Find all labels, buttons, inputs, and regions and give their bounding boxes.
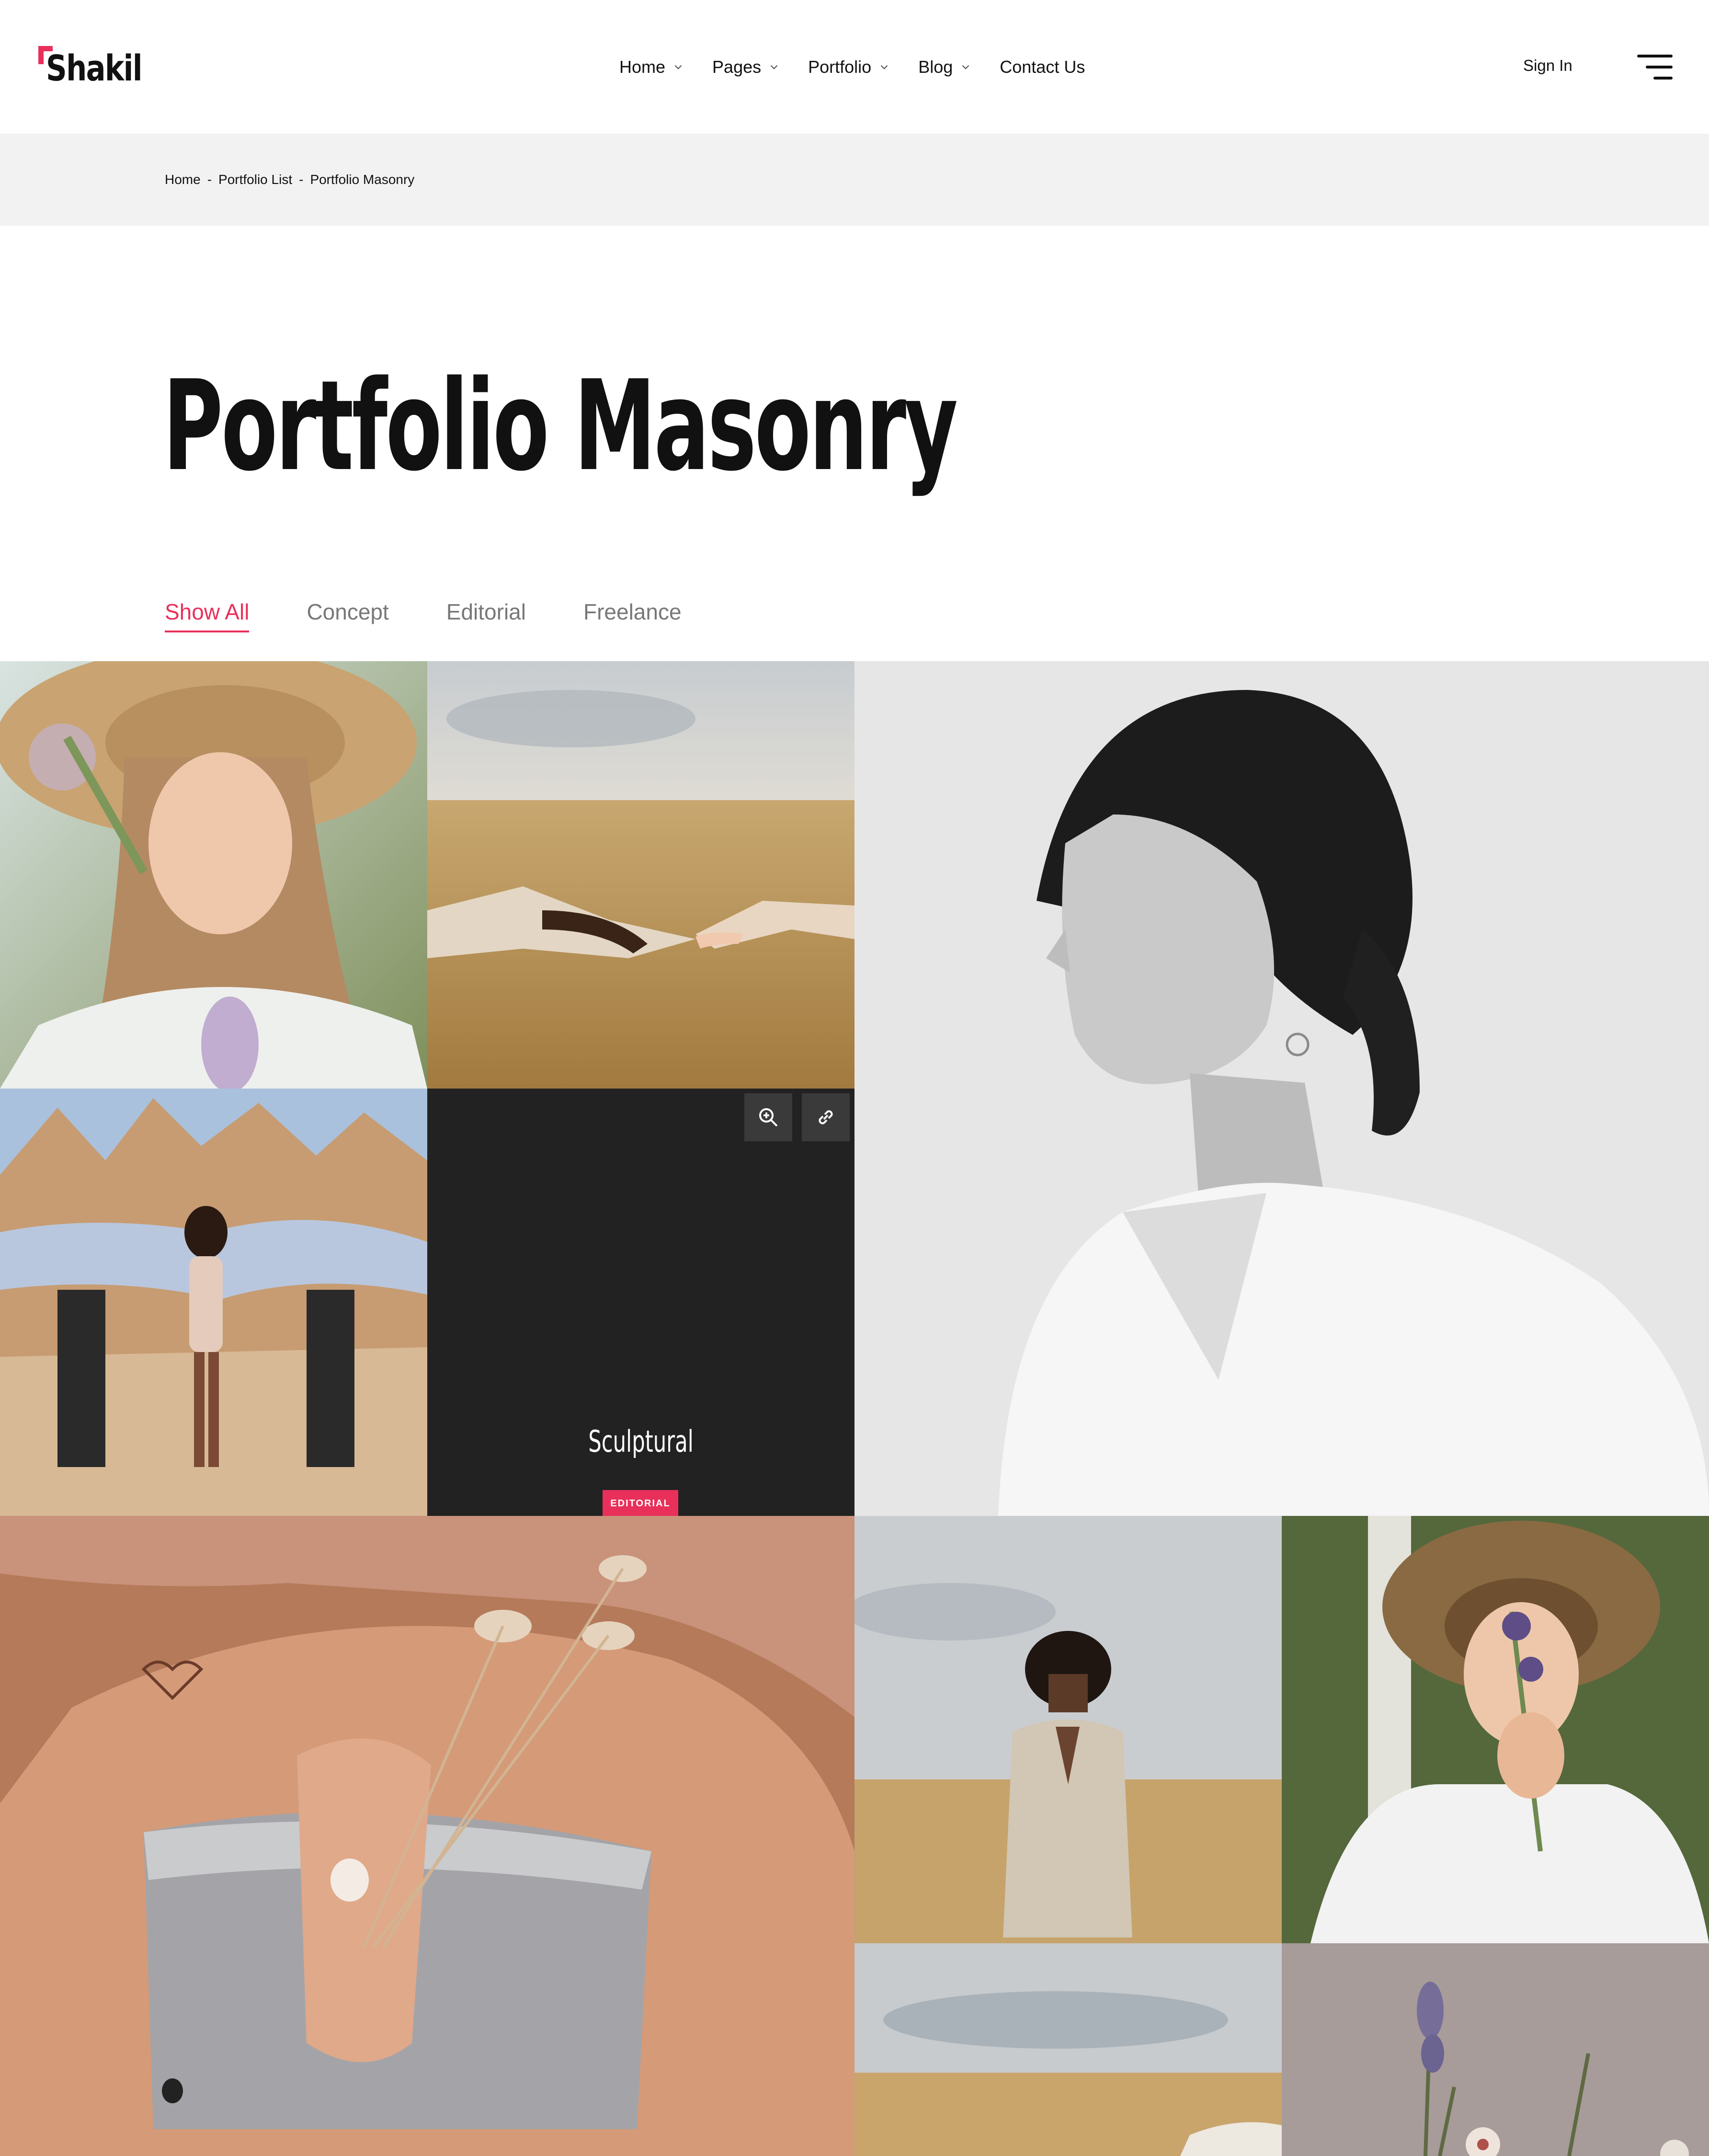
nav-item-contact[interactable]: Contact Us — [1000, 57, 1085, 77]
photo-woman-dried-flowers — [0, 1516, 854, 2156]
photo-field-horizon — [854, 1943, 1282, 2156]
filter-editorial[interactable]: Editorial — [446, 599, 526, 632]
zoom-button[interactable] — [744, 1093, 792, 1141]
chevron-down-icon — [880, 65, 888, 69]
nav-label: Portfolio — [808, 57, 872, 77]
nav-label: Blog — [918, 57, 953, 77]
logo-text: Shakil — [46, 48, 143, 89]
portfolio-item-flowers[interactable] — [1282, 1943, 1709, 2156]
breadcrumb-home[interactable]: Home — [165, 172, 201, 187]
photo-desert-fabric — [0, 1089, 427, 1516]
breadcrumb-current: Portfolio Masonry — [310, 172, 415, 187]
breadcrumb-separator: - — [207, 172, 212, 187]
photo-bw-woman-profile — [854, 661, 1709, 1516]
photo-hands-wheat-field — [427, 661, 854, 1089]
breadcrumb-separator: - — [299, 172, 304, 187]
nav-item-home[interactable]: Home — [619, 57, 684, 77]
site-header: Shakil Home Pages Portfolio Blog Contact… — [0, 0, 1709, 134]
portfolio-item-hands-field[interactable] — [427, 661, 854, 1089]
sign-in-link[interactable]: Sign In — [1523, 57, 1572, 75]
category-badge[interactable]: EDITORIAL — [603, 1490, 678, 1516]
portfolio-item-title[interactable]: Sculptural — [491, 1424, 790, 1459]
nav-item-portfolio[interactable]: Portfolio — [808, 57, 890, 77]
nav-label: Home — [619, 57, 666, 77]
portfolio-item-man-field[interactable] — [854, 1516, 1282, 1943]
photo-woman-lavender — [1282, 1516, 1709, 1943]
nav-item-blog[interactable]: Blog — [918, 57, 972, 77]
portfolio-item-sculptural[interactable]: Sculptural EDITORIAL — [427, 1089, 854, 1516]
nav-label: Contact Us — [1000, 57, 1085, 77]
site-logo[interactable]: Shakil — [38, 46, 143, 89]
breadcrumb-bar: Home - Portfolio List - Portfolio Masonr… — [0, 134, 1709, 226]
nav-item-pages[interactable]: Pages — [712, 57, 780, 77]
breadcrumb-portfolio-list[interactable]: Portfolio List — [218, 172, 292, 187]
photo-man-eyes-covered — [854, 1516, 1282, 1943]
photo-flowers-stems — [1282, 1943, 1709, 2156]
nav-label: Pages — [712, 57, 762, 77]
chevron-down-icon — [674, 65, 682, 69]
chevron-down-icon — [770, 65, 778, 69]
portfolio-item-desert-fabric[interactable] — [0, 1089, 427, 1516]
portfolio-item-dried-flowers[interactable] — [0, 1516, 854, 2156]
link-icon — [819, 1110, 833, 1124]
filter-concept[interactable]: Concept — [307, 599, 388, 632]
link-button[interactable] — [802, 1093, 850, 1141]
portfolio-item-field-horizon[interactable] — [854, 1943, 1282, 2156]
portfolio-item-woman-lavender[interactable] — [1282, 1516, 1709, 1943]
portfolio-filters: Show All Concept Editorial Freelance — [165, 599, 739, 632]
zoom-in-icon — [759, 1108, 778, 1127]
filter-show-all[interactable]: Show All — [165, 599, 250, 632]
portfolio-item-bw-portrait[interactable] — [854, 661, 1709, 1516]
filter-freelance[interactable]: Freelance — [583, 599, 682, 632]
portfolio-item-woman-hat[interactable] — [0, 661, 427, 1089]
breadcrumb: Home - Portfolio List - Portfolio Masonr… — [165, 172, 414, 187]
main-nav: Home Pages Portfolio Blog Contact Us — [619, 54, 1113, 80]
page-title: Portfolio Masonry — [163, 354, 958, 499]
photo-woman-straw-hat — [0, 661, 427, 1089]
chevron-down-icon — [962, 65, 969, 69]
hamburger-menu-icon[interactable] — [1637, 54, 1673, 80]
